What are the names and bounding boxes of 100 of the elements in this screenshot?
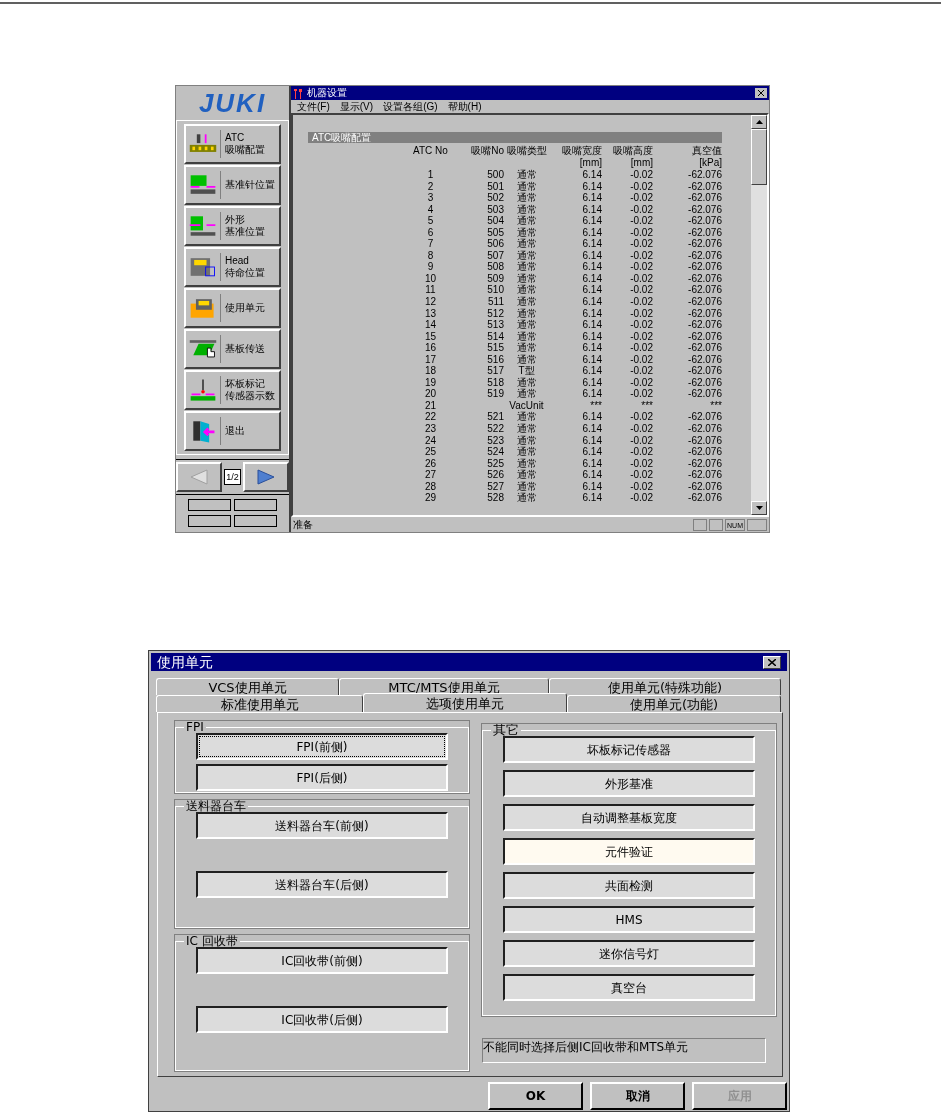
table-cell-text: 28 bbox=[423, 480, 438, 493]
table-cell-text: 14 bbox=[423, 319, 438, 331]
sidebar-button[interactable]: 基准针位置 bbox=[184, 165, 281, 205]
table-cell-text: 4 bbox=[426, 203, 435, 216]
option-button[interactable]: FPI(前侧) bbox=[196, 733, 448, 760]
table-cell-text: 505 bbox=[486, 226, 504, 239]
option-button[interactable]: 元件验证 bbox=[503, 838, 755, 865]
table-cell-text: -62.076 bbox=[687, 261, 722, 273]
option-button[interactable]: HMS bbox=[503, 906, 755, 933]
table-cell-text: -0.02 bbox=[629, 192, 653, 204]
table-cell-text: 通常 bbox=[515, 215, 538, 227]
empty-indicator-box bbox=[188, 515, 231, 527]
table-cell-text: -0.02 bbox=[629, 272, 653, 285]
tab[interactable]: 使用单元(功能) bbox=[567, 695, 781, 712]
table-cell-text: -62.076 bbox=[687, 423, 722, 435]
scroll-up-icon bbox=[755, 120, 763, 124]
table-cell-text: -0.02 bbox=[629, 423, 653, 435]
tab[interactable]: 标准使用单元 bbox=[156, 695, 363, 712]
table-cell-text: -0.02 bbox=[629, 469, 653, 481]
table-cell-text: 6.14 bbox=[581, 446, 602, 458]
column-header: 吸嘴高度 bbox=[612, 145, 653, 157]
option-button[interactable]: 坏板标记传感器 bbox=[503, 736, 755, 763]
unit-label: [kPa] bbox=[698, 157, 722, 169]
sidebar-button[interactable]: Head 待命位置 bbox=[184, 247, 281, 287]
unit-label: [mm] bbox=[578, 157, 602, 169]
table-cell-text: -62.076 bbox=[687, 330, 722, 343]
table-cell-text: 22 bbox=[423, 411, 438, 424]
sidebar-button[interactable]: 退出 bbox=[184, 411, 281, 451]
option-button[interactable]: 共面检测 bbox=[503, 872, 755, 899]
menu-item[interactable]: 帮助(H) bbox=[447, 101, 482, 112]
table-cell-text: 10 bbox=[423, 272, 438, 285]
option-button[interactable]: IC回收带(后侧) bbox=[196, 1006, 448, 1033]
table-cell-text: -0.02 bbox=[629, 353, 653, 366]
table-cell-text: 523 bbox=[486, 434, 504, 447]
table-cell-text: 511 bbox=[487, 296, 504, 308]
dialog-button[interactable]: OK bbox=[488, 1082, 583, 1110]
logo: JUKI bbox=[198, 90, 267, 116]
table-cell-text: 528 bbox=[486, 492, 504, 504]
close-icon bbox=[768, 658, 776, 666]
table-cell-text: -62.076 bbox=[687, 215, 722, 227]
option-button[interactable]: FPI(后侧) bbox=[196, 764, 448, 791]
menu-item[interactable]: 显示(V) bbox=[339, 101, 374, 112]
sidebar-button[interactable]: ATC 吸嘴配置 bbox=[184, 124, 281, 164]
menu-item[interactable]: 文件(F) bbox=[297, 101, 330, 112]
table-cell-text: -0.02 bbox=[629, 365, 653, 377]
option-button[interactable]: 自动调整基板宽度 bbox=[503, 804, 755, 831]
tab[interactable]: VCS使用单元 bbox=[156, 678, 339, 695]
option-button[interactable]: IC回收带(前侧) bbox=[196, 947, 448, 974]
tab[interactable]: 选项使用单元 bbox=[363, 693, 567, 712]
table-cell-text: -62.076 bbox=[687, 238, 722, 250]
scrollbar-thumb[interactable] bbox=[751, 129, 767, 185]
table-cell-text: 20 bbox=[423, 388, 438, 400]
table-cell-text: 21 bbox=[423, 399, 438, 412]
dialog-button[interactable]: 取消 bbox=[590, 1082, 685, 1110]
option-button[interactable]: 送料器台车(后侧) bbox=[196, 871, 448, 898]
table-cell-text: 516 bbox=[486, 353, 504, 366]
table-cell-text: 507 bbox=[486, 249, 504, 262]
sidebar-button[interactable]: 基板传送 bbox=[184, 329, 281, 369]
tools-icon bbox=[293, 87, 303, 99]
table-cell-text: 16 bbox=[423, 342, 438, 354]
table-cell-text: 6.14 bbox=[581, 342, 602, 354]
scrollbar[interactable] bbox=[751, 115, 767, 515]
table-cell-text: 501 bbox=[486, 180, 504, 193]
sidebar-button[interactable]: 使用单元 bbox=[184, 288, 281, 328]
table-cell-text: *** bbox=[709, 399, 722, 412]
table-cell-text: -0.02 bbox=[629, 169, 653, 181]
table-cell-text: 6.14 bbox=[581, 203, 602, 216]
table-cell-text: -62.076 bbox=[687, 480, 722, 493]
table-cell-text: 6.14 bbox=[581, 434, 602, 447]
table-cell-text: -0.02 bbox=[629, 492, 653, 504]
table-cell-text: 6.14 bbox=[581, 261, 602, 273]
table-cell-text: 9 bbox=[426, 261, 435, 273]
sidebar-button[interactable]: 外形 基准位置 bbox=[184, 206, 281, 246]
table-cell-text: -0.02 bbox=[629, 457, 653, 470]
table-cell-text: 518 bbox=[486, 376, 504, 389]
option-button[interactable]: 外形基准 bbox=[503, 770, 755, 797]
close-button[interactable] bbox=[763, 655, 781, 669]
next-page-button[interactable] bbox=[242, 462, 289, 492]
group-title: FPI bbox=[185, 721, 205, 733]
table-cell-text: 通常 bbox=[515, 319, 538, 331]
table-cell-text: 19 bbox=[423, 376, 438, 389]
table-cell-text: 通常 bbox=[515, 226, 538, 238]
sidebar-button[interactable]: 坏板标记 传感器示数 bbox=[184, 370, 281, 410]
close-icon bbox=[758, 90, 764, 96]
option-button[interactable]: 真空台 bbox=[503, 974, 755, 1001]
option-button[interactable]: 迷你信号灯 bbox=[503, 940, 755, 967]
table-cell-text: -62.076 bbox=[687, 319, 722, 331]
table-cell-text: 521 bbox=[486, 411, 504, 424]
tab[interactable]: 使用单元(特殊功能) bbox=[549, 678, 781, 695]
table-cell-text: 11 bbox=[424, 284, 437, 296]
option-button[interactable]: 送料器台车(前侧) bbox=[196, 812, 448, 839]
table-cell-text: -0.02 bbox=[629, 388, 653, 400]
table-cell-text: -62.076 bbox=[687, 342, 722, 354]
window-title: 机器设置 bbox=[307, 88, 347, 98]
table-cell-text: 3 bbox=[426, 192, 435, 204]
table-cell-text: 6.14 bbox=[581, 388, 602, 400]
menu-item[interactable]: 设置各组(G) bbox=[383, 101, 438, 112]
sensor-icon bbox=[188, 377, 218, 403]
close-button[interactable] bbox=[755, 88, 767, 98]
table-cell-text: -62.076 bbox=[687, 180, 722, 193]
